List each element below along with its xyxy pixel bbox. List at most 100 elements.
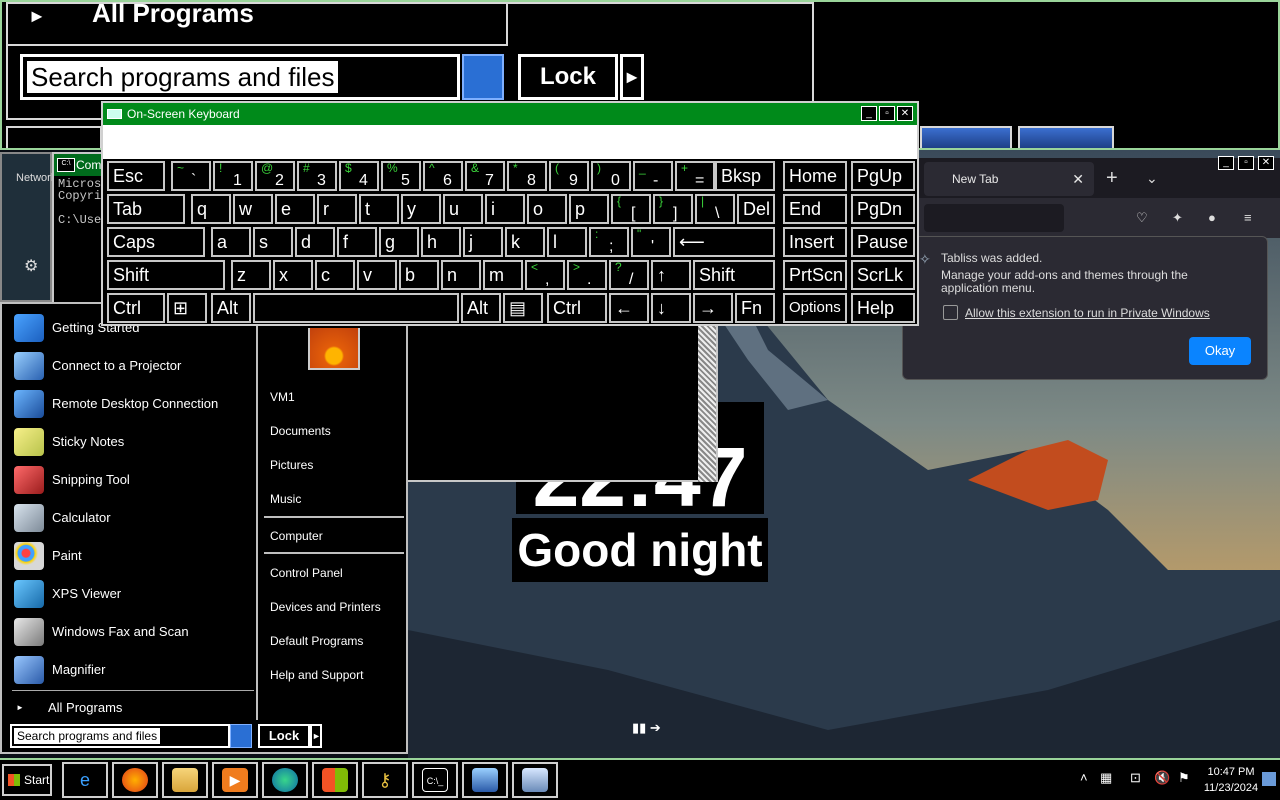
key-j[interactable]: j <box>463 227 503 257</box>
link-default-programs[interactable]: Default Programs <box>270 634 363 648</box>
program-xps-viewer[interactable]: XPS Viewer <box>10 576 250 612</box>
program-snipping-tool[interactable]: Snipping Tool <box>10 462 250 498</box>
taskbar-internet-explorer[interactable]: e <box>62 762 108 798</box>
key-ctrl[interactable]: Ctrl <box>547 293 607 323</box>
okay-button[interactable]: Okay <box>1189 337 1251 365</box>
minimize-icon[interactable]: _ <box>861 106 877 121</box>
lock-button[interactable]: Lock <box>258 724 310 748</box>
key-del[interactable]: Del <box>737 194 775 224</box>
taskbar-credentials[interactable]: ⚷ <box>362 762 408 798</box>
key-o[interactable]: o <box>527 194 567 224</box>
close-icon[interactable]: ✕ <box>897 106 913 121</box>
taskbar-file-explorer[interactable] <box>162 762 208 798</box>
key-p[interactable]: p <box>569 194 609 224</box>
maximize-icon[interactable]: ▫ <box>879 106 895 121</box>
key-symbol[interactable]: ▤ <box>503 293 543 323</box>
key-z[interactable]: z <box>231 260 271 290</box>
key-pgup[interactable]: PgUp <box>851 161 915 191</box>
link-help-support[interactable]: Help and Support <box>270 668 363 682</box>
key-ctrl[interactable]: Ctrl <box>107 293 165 323</box>
background-controls[interactable]: ▮▮ ➔ <box>632 720 661 736</box>
key-pause[interactable]: Pause <box>851 227 915 257</box>
key-l[interactable]: l <box>547 227 587 257</box>
key-shift[interactable]: Shift <box>107 260 225 290</box>
key--[interactable]: _ - <box>633 161 673 191</box>
key-esc[interactable]: Esc <box>107 161 165 191</box>
key-v[interactable]: v <box>357 260 397 290</box>
url-bar[interactable] <box>924 204 1064 232</box>
search-input[interactable]: Search programs and files <box>14 728 161 744</box>
taskbar-edge[interactable] <box>262 762 308 798</box>
taskbar-firefox[interactable] <box>112 762 158 798</box>
key-end[interactable]: End <box>783 194 847 224</box>
key-4[interactable]: $4 <box>339 161 379 191</box>
key-7[interactable]: & 7 <box>465 161 505 191</box>
maximize-icon[interactable]: ▫ <box>1238 156 1254 170</box>
key-`[interactable]: ~ ` <box>171 161 211 191</box>
key-q[interactable]: q <box>191 194 231 224</box>
key-symbol[interactable]: ⟵ <box>673 227 775 257</box>
key-[[interactable]: {[ <box>611 194 651 224</box>
link-pictures[interactable]: Pictures <box>270 458 313 472</box>
taskbar-on-screen-keyboard[interactable] <box>512 762 558 798</box>
key-/[interactable]: ? / <box>609 260 649 290</box>
key-e[interactable]: e <box>275 194 315 224</box>
key-;[interactable]: :; <box>589 227 629 257</box>
taskbar-windows-update[interactable] <box>312 762 358 798</box>
gear-icon[interactable]: ⚙ <box>24 256 38 276</box>
key-3[interactable]: #3 <box>297 161 337 191</box>
key-u[interactable]: u <box>443 194 483 224</box>
program-connect-projector[interactable]: Connect to a Projector <box>10 348 250 384</box>
key-.[interactable]: >. <box>567 260 607 290</box>
key-s[interactable]: s <box>253 227 293 257</box>
network-icon[interactable]: ⊡ <box>1130 770 1141 786</box>
clock[interactable]: 10:47 PM 11/23/2024 <box>1202 764 1260 796</box>
user-picture[interactable] <box>308 328 360 370</box>
minimize-icon[interactable]: _ <box>1218 156 1234 170</box>
key-options[interactable]: Options <box>783 293 847 323</box>
key-c[interactable]: c <box>315 260 355 290</box>
key-insert[interactable]: Insert <box>783 227 847 257</box>
key-f[interactable]: f <box>337 227 377 257</box>
private-windows-label[interactable]: Allow this extension to run in Private W… <box>965 306 1210 320</box>
pocket-icon[interactable]: ♡ <box>1136 210 1148 226</box>
key-caps[interactable]: Caps <box>107 227 205 257</box>
key-symbol[interactable]: ⊞ <box>167 293 207 323</box>
close-tab-icon[interactable]: ✕ <box>1072 162 1084 196</box>
key-x[interactable]: x <box>273 260 313 290</box>
program-magnifier[interactable]: Magnifier <box>10 652 250 688</box>
key-2[interactable]: @2 <box>255 161 295 191</box>
key-alt[interactable]: Alt <box>461 293 501 323</box>
key-k[interactable]: k <box>505 227 545 257</box>
action-center-icon[interactable]: ▦ <box>1100 770 1112 786</box>
key-0[interactable]: ) 0 <box>591 161 631 191</box>
key-8[interactable]: * 8 <box>507 161 547 191</box>
key-g[interactable]: g <box>379 227 419 257</box>
key-h[interactable]: h <box>421 227 461 257</box>
key-i[interactable]: i <box>485 194 525 224</box>
link-control-panel[interactable]: Control Panel <box>270 566 343 580</box>
key-1[interactable]: ! 1 <box>213 161 253 191</box>
start-button[interactable]: Start <box>2 764 52 796</box>
key-m[interactable]: m <box>483 260 523 290</box>
key-fn[interactable]: Fn <box>735 293 775 323</box>
key-r[interactable]: r <box>317 194 357 224</box>
link-computer[interactable]: Computer <box>270 529 323 543</box>
menu-icon[interactable]: ≡ <box>1244 210 1252 225</box>
taskbar-remote-desktop[interactable] <box>462 762 508 798</box>
close-icon[interactable]: ✕ <box>1258 156 1274 170</box>
extensions-icon[interactable]: ✦ <box>1172 210 1183 226</box>
program-calculator[interactable]: Calculator <box>10 500 250 536</box>
program-sticky-notes[interactable]: Sticky Notes <box>10 424 250 460</box>
new-tab-icon[interactable]: + <box>1106 162 1118 194</box>
key-'[interactable]: " ' <box>631 227 671 257</box>
all-programs-item[interactable]: All Programs <box>14 696 254 720</box>
key-n[interactable]: n <box>441 260 481 290</box>
key-w[interactable]: w <box>233 194 273 224</box>
private-windows-checkbox[interactable] <box>943 305 958 320</box>
link-user-folder[interactable]: VM1 <box>270 390 295 404</box>
key-space[interactable] <box>253 293 459 323</box>
key-=[interactable]: + = <box>675 161 715 191</box>
flag-icon[interactable]: ⚑ <box>1178 770 1190 786</box>
show-desktop-button[interactable] <box>1262 772 1276 786</box>
